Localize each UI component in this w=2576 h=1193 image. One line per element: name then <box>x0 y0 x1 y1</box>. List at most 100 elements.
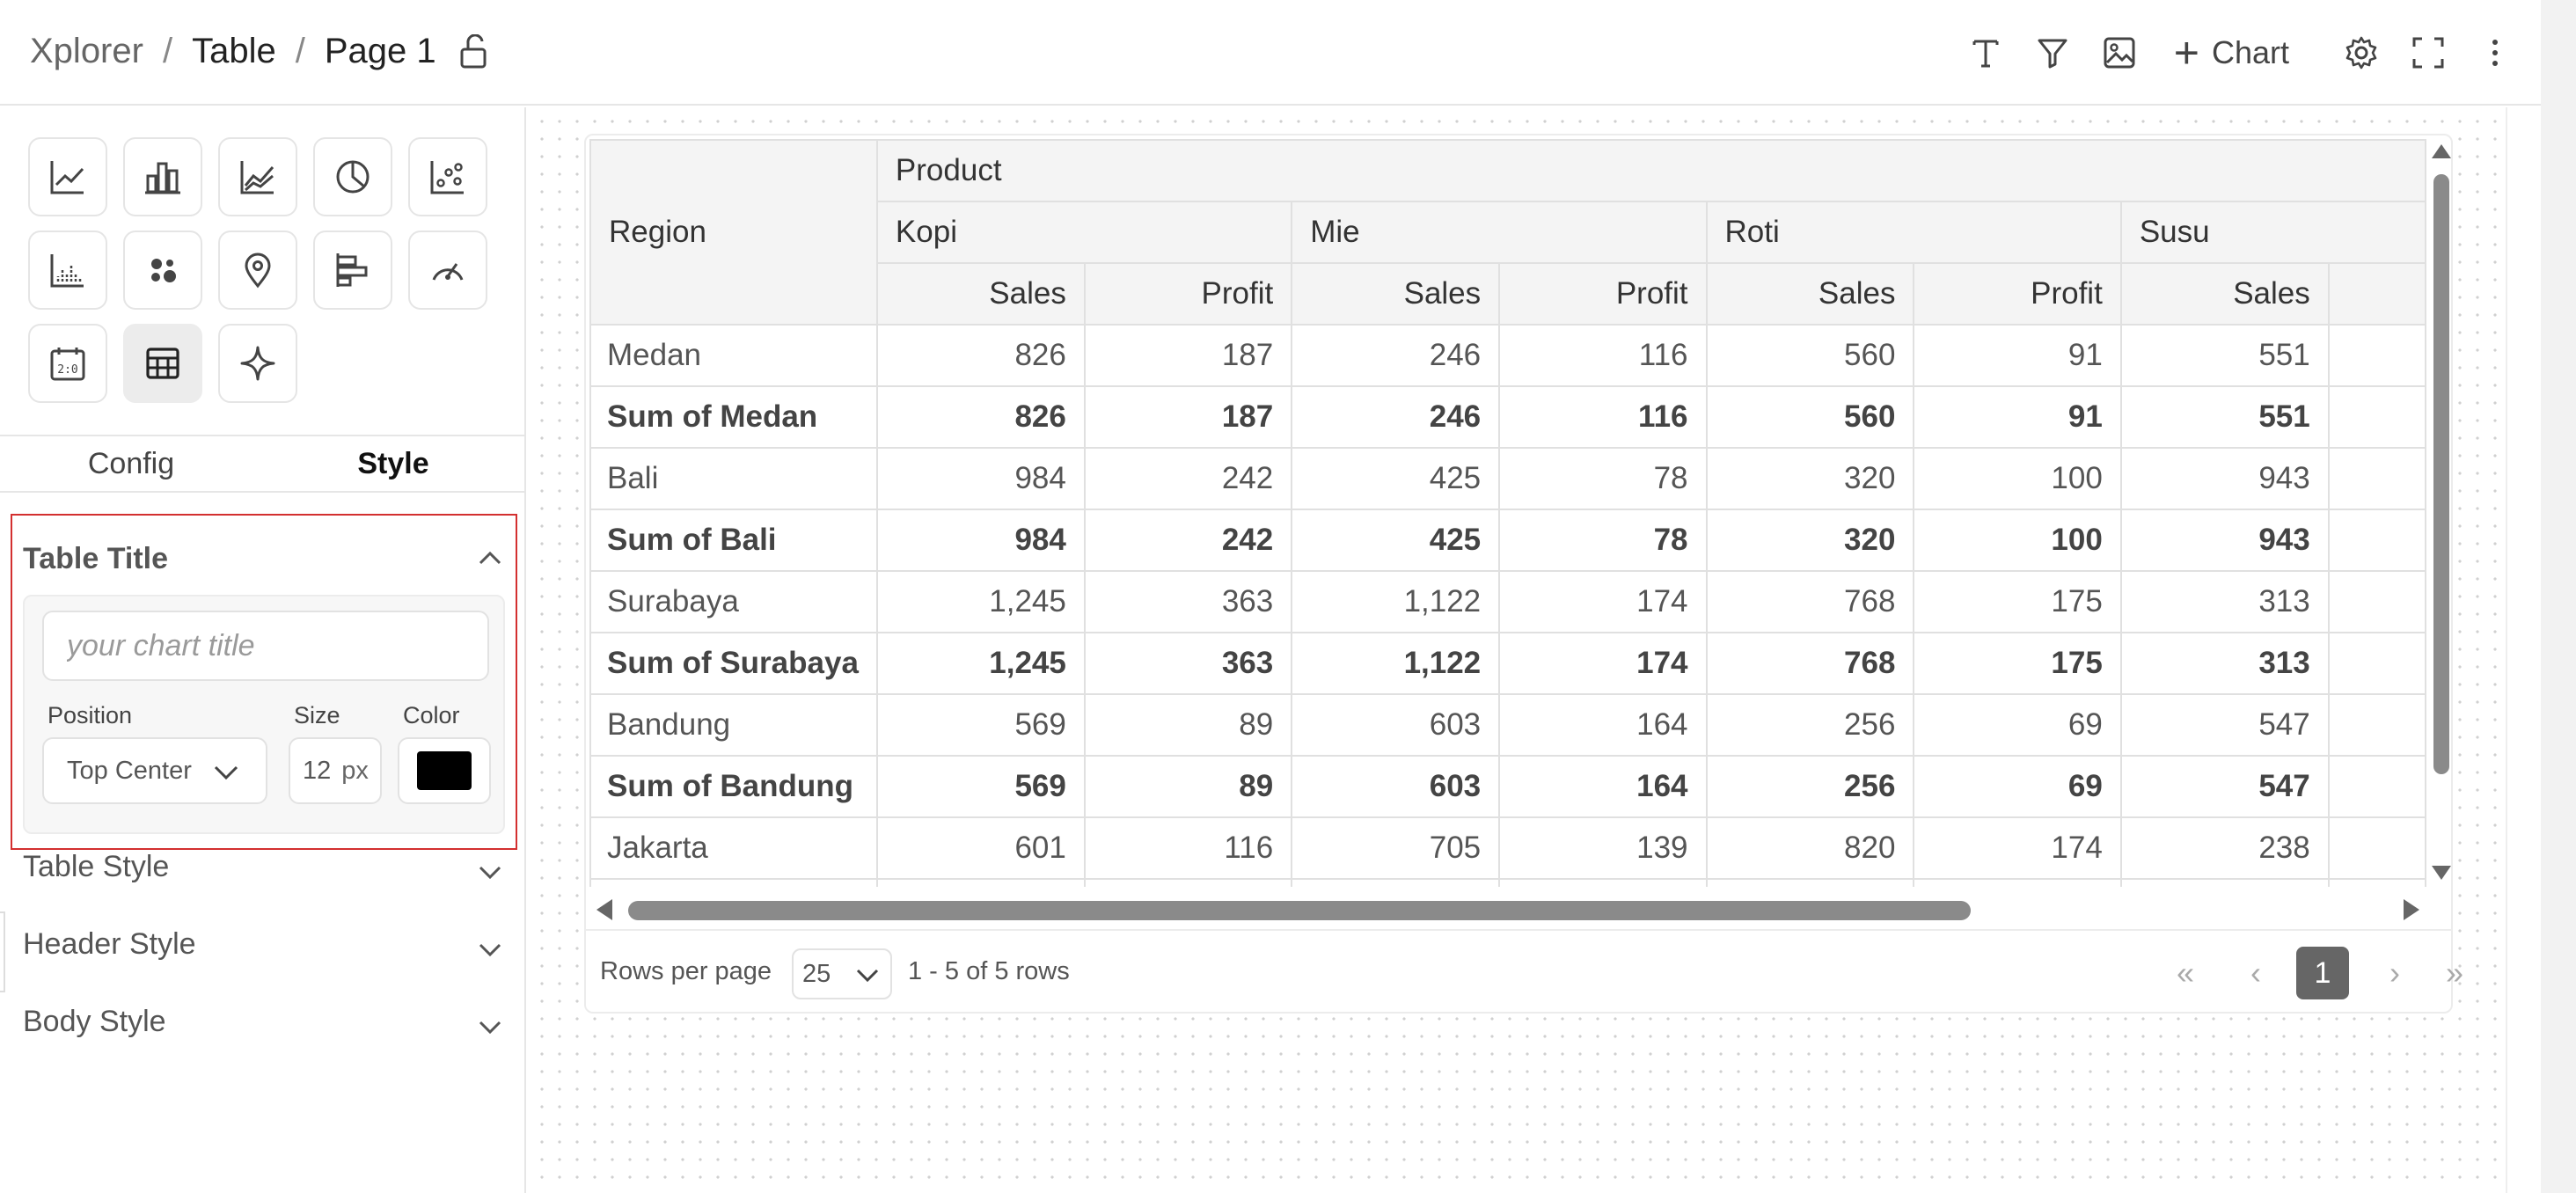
fullscreen-icon[interactable] <box>2409 33 2448 72</box>
gear-icon[interactable] <box>2342 33 2381 72</box>
scroll-left-icon[interactable] <box>596 899 612 920</box>
measure-header[interactable]: Sales <box>1705 262 1915 326</box>
position-select[interactable]: Top Center <box>42 737 267 804</box>
value-cell: 547 <box>2119 755 2330 818</box>
color-picker[interactable] <box>398 737 491 804</box>
prev-page-button[interactable]: ‹ <box>2229 947 2282 999</box>
value-cell: 187 <box>1083 385 1293 449</box>
add-chart-button[interactable]: + Chart <box>2174 31 2289 75</box>
current-page-button[interactable]: 1 <box>2296 947 2349 999</box>
table-chart-button[interactable] <box>123 324 202 403</box>
measure-header[interactable]: Sales <box>875 262 1086 326</box>
rows-per-page-select[interactable]: 25 <box>792 948 892 999</box>
measure-header[interactable] <box>2327 262 2426 326</box>
value-cell <box>2327 755 2426 818</box>
rows-per-page-value: 25 <box>802 959 831 988</box>
value-cell: 139 <box>1498 816 1708 880</box>
tab-config[interactable]: Config <box>0 436 262 491</box>
vertical-scrollbar[interactable] <box>2430 139 2453 883</box>
value-cell <box>2327 324 2426 387</box>
value-cell: 569 <box>875 755 1086 818</box>
table-title-header[interactable]: Table Title <box>23 542 168 576</box>
table-row: Surabaya 1,245 363 1,122 174 768 175 313 <box>589 570 2426 633</box>
horizontal-bar-button[interactable] <box>313 231 392 310</box>
value-cell: 320 <box>1705 447 1915 510</box>
vertical-scroll-thumb[interactable] <box>2433 174 2449 774</box>
subtotal-row: Sum of Surabaya 1,245 363 1,122 174 768 175 313 <box>589 632 2426 695</box>
value-cell: 175 <box>1913 570 2122 633</box>
size-value: 12 <box>303 756 332 785</box>
measure-header[interactable]: Profit <box>1083 262 1293 326</box>
gauge-button[interactable] <box>408 231 487 310</box>
line-chart-button[interactable] <box>28 137 107 216</box>
value-cell <box>2327 447 2426 510</box>
scatter-chart-button[interactable] <box>408 137 487 216</box>
chart-title-input[interactable] <box>42 611 489 681</box>
text-icon[interactable] <box>1966 33 2005 72</box>
value-cell: 100 <box>1913 447 2122 510</box>
region-cell: Sum of Bandung <box>589 755 878 818</box>
scroll-right-icon[interactable] <box>2404 899 2419 920</box>
position-value: Top Center <box>67 756 192 785</box>
scroll-down-icon[interactable] <box>2432 866 2451 880</box>
measure-header[interactable]: Profit <box>1913 262 2122 326</box>
region-cell: Sum of Jakarta <box>589 878 878 887</box>
value-cell: 1,122 <box>1291 570 1501 633</box>
bubble-chart-button[interactable] <box>123 231 202 310</box>
value-cell: 313 <box>2119 632 2330 695</box>
value-cell: 826 <box>875 385 1086 449</box>
table-style-section[interactable]: Table Style <box>23 850 503 894</box>
measure-header[interactable]: Sales <box>2119 262 2330 326</box>
size-input[interactable]: 12 px <box>289 737 382 804</box>
bar-chart-button[interactable] <box>123 137 202 216</box>
scroll-up-icon[interactable] <box>2432 144 2451 158</box>
next-page-button[interactable]: › <box>2368 947 2421 999</box>
value-cell: 705 <box>1291 816 1501 880</box>
table-body: Medan 826 187 246 116 560 91 551 Sum of Medan 826… <box>589 324 2426 887</box>
color-label: Color <box>403 702 460 728</box>
panel-collapse-handle[interactable] <box>0 911 5 992</box>
ai-chart-button[interactable] <box>218 324 297 403</box>
pagination-bar: Rows per page 25 1 - 5 of 5 rows « ‹ 1 ›… <box>586 929 2463 1014</box>
value-cell: 256 <box>1705 755 1915 818</box>
chevron-up-icon[interactable] <box>477 545 503 572</box>
map-chart-button[interactable] <box>218 231 297 310</box>
measure-header[interactable]: Profit <box>1498 262 1708 326</box>
product-header[interactable]: Roti <box>1705 201 2122 264</box>
breadcrumb-root[interactable]: Xplorer <box>30 32 143 71</box>
horizontal-scroll-thumb[interactable] <box>628 901 1971 920</box>
unlock-icon[interactable] <box>459 33 493 70</box>
breadcrumb: Xplorer / Table / Page 1 <box>30 32 493 71</box>
last-page-button[interactable]: » <box>2437 947 2472 999</box>
horizontal-scrollbar[interactable] <box>589 897 2426 924</box>
product-header[interactable]: Susu <box>2119 201 2426 264</box>
product-header[interactable]: Mie <box>1291 201 1708 264</box>
measure-header[interactable]: Sales <box>1291 262 1501 326</box>
body-style-label: Body Style <box>23 1005 166 1038</box>
more-vertical-icon[interactable] <box>2476 33 2514 72</box>
filter-icon[interactable] <box>2033 33 2072 72</box>
row-header-region[interactable]: Region <box>589 139 878 326</box>
chevron-down-icon <box>479 866 501 880</box>
image-icon[interactable] <box>2100 33 2139 72</box>
value-cell: 425 <box>1291 509 1501 572</box>
product-header[interactable]: Kopi <box>875 201 1293 264</box>
chevron-down-icon <box>214 765 238 780</box>
value-cell: 820 <box>1705 878 1915 887</box>
value-cell: 551 <box>2119 385 2330 449</box>
canvas-scrollbar-track[interactable] <box>2506 107 2520 1193</box>
horizontal-bar-icon <box>336 253 368 287</box>
first-page-button[interactable]: « <box>2159 947 2212 999</box>
column-group-header: Product <box>875 139 2426 202</box>
value-cell: 164 <box>1498 693 1708 757</box>
pie-chart-button[interactable] <box>313 137 392 216</box>
value-cell: 174 <box>1498 570 1708 633</box>
body-style-section[interactable]: Body Style <box>23 1005 503 1049</box>
area-chart-button[interactable] <box>218 137 297 216</box>
tab-style[interactable]: Style <box>262 436 524 491</box>
histogram-button[interactable] <box>28 231 107 310</box>
header-style-section[interactable]: Header Style <box>23 927 503 971</box>
row-range-text: 1 - 5 of 5 rows <box>908 957 1070 985</box>
breadcrumb-section[interactable]: Table <box>192 32 276 71</box>
scorecard-button[interactable]: 2:0 <box>28 324 107 403</box>
